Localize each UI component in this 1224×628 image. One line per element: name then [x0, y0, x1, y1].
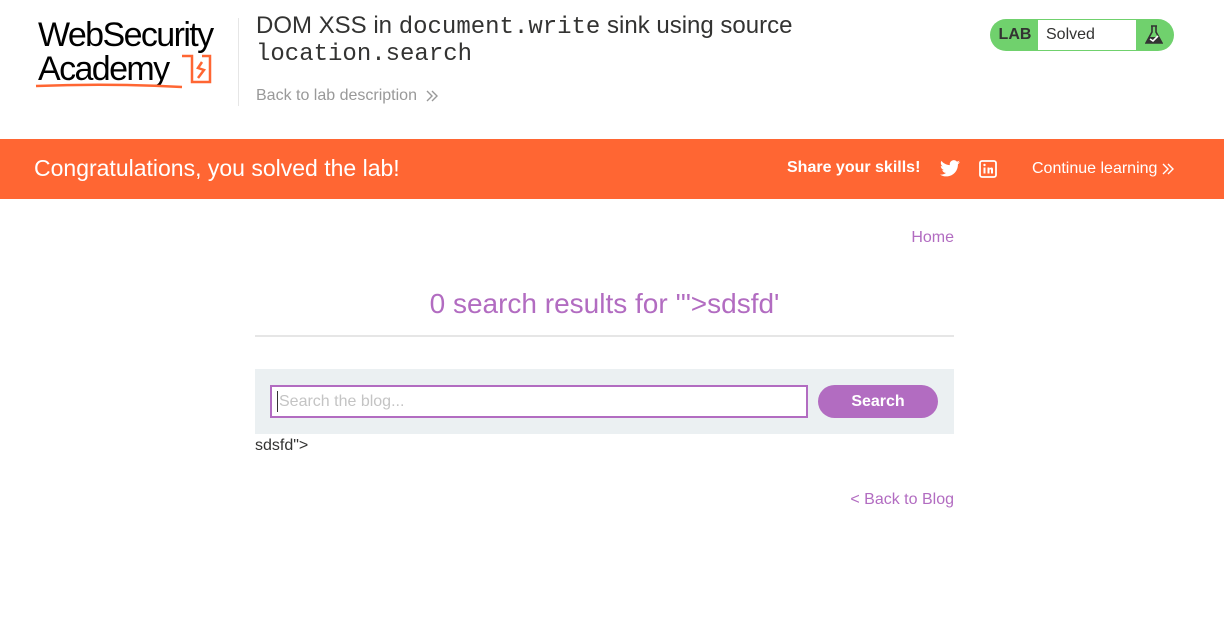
header-divider — [238, 18, 239, 106]
lab-status-widget: LAB Solved — [990, 19, 1174, 51]
lab-title-code-sink: document.write — [398, 14, 601, 41]
text-caret — [277, 391, 278, 412]
logo-mark-icon — [182, 54, 212, 84]
search-button[interactable]: Search — [818, 385, 938, 418]
lab-title: DOM XSS in document.write sink using sou… — [256, 13, 896, 67]
twitter-icon[interactable] — [940, 160, 960, 182]
injected-search-text: sdsfd"> — [255, 437, 309, 454]
congratulations-message: Congratulations, you solved the lab! — [34, 155, 400, 181]
continue-learning-label: Continue learning — [1032, 160, 1158, 177]
share-skills-label: Share your skills! — [787, 159, 921, 176]
linkedin-icon[interactable] — [979, 160, 997, 183]
search-form: Search — [255, 369, 954, 434]
lab-header: WebSecurity Academy DOM XSS in document.… — [0, 0, 1224, 139]
search-input[interactable] — [270, 385, 808, 418]
lab-title-prefix: DOM XSS in — [256, 12, 399, 39]
solved-banner: Congratulations, you solved the lab! Sha… — [0, 139, 1224, 199]
search-results-title: 0 search results for '">sdsfd' — [429, 288, 780, 319]
back-to-blog-link[interactable]: < Back to Blog — [850, 491, 954, 509]
lab-status-value: Solved — [1038, 20, 1136, 50]
back-to-lab-description-link[interactable]: Back to lab description — [256, 87, 439, 105]
lab-status-label: LAB — [998, 26, 1032, 43]
lab-title-middle: sink using source — [600, 12, 793, 39]
flask-icon — [1136, 25, 1172, 45]
continue-learning-link[interactable]: Continue learning — [1032, 160, 1175, 178]
home-link[interactable]: Home — [911, 229, 954, 247]
results-divider — [255, 335, 954, 337]
logo-line-1: WebSecurity — [38, 16, 214, 54]
double-chevron-right-icon — [426, 90, 438, 102]
lab-title-code-source: location.search — [256, 41, 473, 68]
double-chevron-right-icon — [1162, 163, 1175, 175]
web-security-academy-logo[interactable]: WebSecurity Academy — [34, 16, 238, 92]
logo-underline-icon — [35, 83, 183, 89]
back-to-lab-description-label: Back to lab description — [256, 87, 417, 104]
